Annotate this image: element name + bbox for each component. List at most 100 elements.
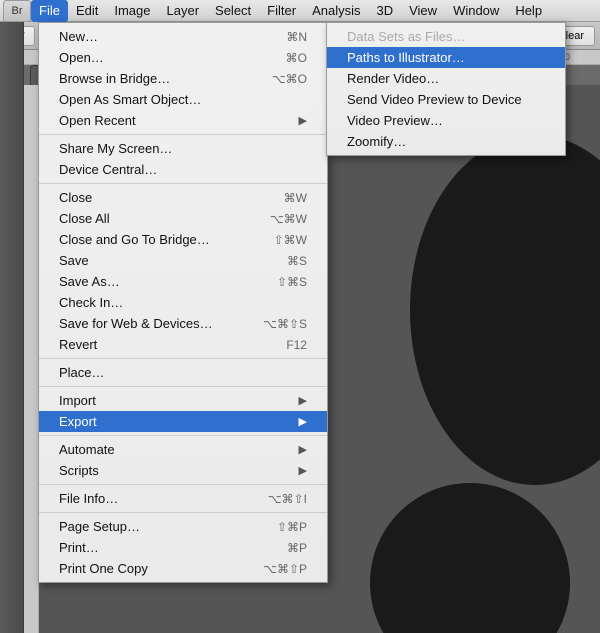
menu-item-export-label: Export: [59, 414, 97, 429]
menu-item-device-central-label: Device Central…: [59, 162, 157, 177]
menu-item-save-as-label: Save As…: [59, 274, 120, 289]
menu-item-print-one[interactable]: Print One Copy ⌥⌘⇧P: [39, 558, 327, 579]
export-arrow: ▶: [299, 415, 307, 428]
menu-item-close-shortcut: ⌘W: [284, 191, 307, 205]
menu-item-save-web[interactable]: Save for Web & Devices… ⌥⌘⇧S: [39, 313, 327, 334]
automate-arrow: ▶: [299, 443, 307, 456]
menu-item-print-one-shortcut: ⌥⌘⇧P: [263, 562, 307, 576]
menu-item-revert-shortcut: F12: [286, 338, 307, 352]
open-recent-arrow: ▶: [299, 114, 307, 127]
menu-item-close-all[interactable]: Close All ⌥⌘W: [39, 208, 327, 229]
menu-window[interactable]: Window: [445, 0, 507, 22]
menu-select[interactable]: Select: [207, 0, 259, 22]
menu-item-open[interactable]: Open… ⌘O: [39, 47, 327, 68]
separator-5: [39, 435, 327, 436]
menu-item-place-label: Place…: [59, 365, 105, 380]
menu-item-print-shortcut: ⌘P: [287, 541, 307, 555]
submenu-item-zoomify[interactable]: Zoomify…: [327, 131, 565, 152]
separator-1: [39, 134, 327, 135]
menu-item-share-screen-label: Share My Screen…: [59, 141, 172, 156]
separator-6: [39, 484, 327, 485]
menu-item-bridge-shortcut: ⌥⌘O: [272, 72, 307, 86]
menu-item-smart-object-label: Open As Smart Object…: [59, 92, 201, 107]
menu-item-import-label: Import: [59, 393, 96, 408]
menu-item-new-label: New…: [59, 29, 98, 44]
menu-item-new-shortcut: ⌘N: [286, 30, 307, 44]
menu-item-revert-label: Revert: [59, 337, 97, 352]
submenu-item-render-video[interactable]: Render Video…: [327, 68, 565, 89]
menu-item-file-info[interactable]: File Info… ⌥⌘⇧I: [39, 488, 327, 509]
bridge-button[interactable]: Br: [3, 0, 31, 22]
menu-item-close-bridge-shortcut: ⇧⌘W: [274, 233, 307, 247]
submenu-item-zoomify-label: Zoomify…: [347, 134, 406, 149]
menu-item-save-as-shortcut: ⇧⌘S: [277, 275, 307, 289]
menu-item-close-bridge-label: Close and Go To Bridge…: [59, 232, 210, 247]
menu-item-print-one-label: Print One Copy: [59, 561, 148, 576]
menu-layer[interactable]: Layer: [159, 0, 208, 22]
menu-item-save-web-shortcut: ⌥⌘⇧S: [263, 317, 307, 331]
menu-item-print[interactable]: Print… ⌘P: [39, 537, 327, 558]
menu-bar: Br File Edit Image Layer Select Filter A…: [0, 0, 600, 22]
menu-item-save-label: Save: [59, 253, 89, 268]
left-ruler: [24, 85, 39, 633]
separator-2: [39, 183, 327, 184]
menu-edit[interactable]: Edit: [68, 0, 106, 22]
menu-item-scripts[interactable]: Scripts ▶: [39, 460, 327, 481]
menu-item-close-label: Close: [59, 190, 92, 205]
menu-item-close-bridge[interactable]: Close and Go To Bridge… ⇧⌘W: [39, 229, 327, 250]
menu-item-save-shortcut: ⌘S: [287, 254, 307, 268]
scripts-arrow: ▶: [299, 464, 307, 477]
menu-item-file-info-shortcut: ⌥⌘⇧I: [268, 492, 307, 506]
submenu-item-send-video[interactable]: Send Video Preview to Device: [327, 89, 565, 110]
menu-item-smart-object[interactable]: Open As Smart Object…: [39, 89, 327, 110]
menu-item-new[interactable]: New… ⌘N: [39, 26, 327, 47]
menu-item-close[interactable]: Close ⌘W: [39, 187, 327, 208]
bg-circle-right: [410, 135, 600, 485]
menu-item-open-recent[interactable]: Open Recent ▶: [39, 110, 327, 131]
menu-item-open-recent-label: Open Recent: [59, 113, 136, 128]
menu-image[interactable]: Image: [106, 0, 158, 22]
export-submenu: Data Sets as Files… Paths to Illustrator…: [326, 22, 566, 156]
menu-3d[interactable]: 3D: [368, 0, 401, 22]
menu-item-page-setup-shortcut: ⇧⌘P: [277, 520, 307, 534]
file-menu: New… ⌘N Open… ⌘O Browse in Bridge… ⌥⌘O O…: [38, 22, 328, 583]
menu-item-save[interactable]: Save ⌘S: [39, 250, 327, 271]
menu-item-print-label: Print…: [59, 540, 99, 555]
submenu-item-paths-illustrator-label: Paths to Illustrator…: [347, 50, 465, 65]
menu-view[interactable]: View: [401, 0, 445, 22]
menu-item-save-web-label: Save for Web & Devices…: [59, 316, 213, 331]
separator-4: [39, 386, 327, 387]
menu-item-close-all-label: Close All: [59, 211, 110, 226]
submenu-item-video-preview[interactable]: Video Preview…: [327, 110, 565, 131]
menu-item-bridge[interactable]: Browse in Bridge… ⌥⌘O: [39, 68, 327, 89]
menu-item-page-setup[interactable]: Page Setup… ⇧⌘P: [39, 516, 327, 537]
submenu-item-data-sets[interactable]: Data Sets as Files…: [327, 26, 565, 47]
submenu-item-send-video-label: Send Video Preview to Device: [347, 92, 522, 107]
menu-help[interactable]: Help: [507, 0, 550, 22]
menu-item-device-central[interactable]: Device Central…: [39, 159, 327, 180]
menu-item-open-label: Open…: [59, 50, 104, 65]
menu-item-open-shortcut: ⌘O: [286, 51, 307, 65]
menu-item-check-in-label: Check In…: [59, 295, 123, 310]
menu-analysis[interactable]: Analysis: [304, 0, 368, 22]
menu-item-automate-label: Automate: [59, 442, 115, 457]
submenu-item-render-video-label: Render Video…: [347, 71, 439, 86]
menu-item-check-in[interactable]: Check In…: [39, 292, 327, 313]
menu-filter[interactable]: Filter: [259, 0, 304, 22]
submenu-item-data-sets-label: Data Sets as Files…: [347, 29, 466, 44]
menu-item-place[interactable]: Place…: [39, 362, 327, 383]
menu-item-bridge-label: Browse in Bridge…: [59, 71, 170, 86]
menu-item-file-info-label: File Info…: [59, 491, 118, 506]
bg-circle-bottom: [370, 483, 570, 633]
submenu-item-video-preview-label: Video Preview…: [347, 113, 443, 128]
submenu-item-paths-illustrator[interactable]: Paths to Illustrator…: [327, 47, 565, 68]
menu-item-save-as[interactable]: Save As… ⇧⌘S: [39, 271, 327, 292]
menu-item-close-all-shortcut: ⌥⌘W: [270, 212, 307, 226]
menu-item-page-setup-label: Page Setup…: [59, 519, 140, 534]
menu-item-automate[interactable]: Automate ▶: [39, 439, 327, 460]
menu-item-revert[interactable]: Revert F12: [39, 334, 327, 355]
menu-file[interactable]: File: [31, 0, 68, 22]
menu-item-export[interactable]: Export ▶: [39, 411, 327, 432]
menu-item-share-screen[interactable]: Share My Screen…: [39, 138, 327, 159]
menu-item-import[interactable]: Import ▶: [39, 390, 327, 411]
